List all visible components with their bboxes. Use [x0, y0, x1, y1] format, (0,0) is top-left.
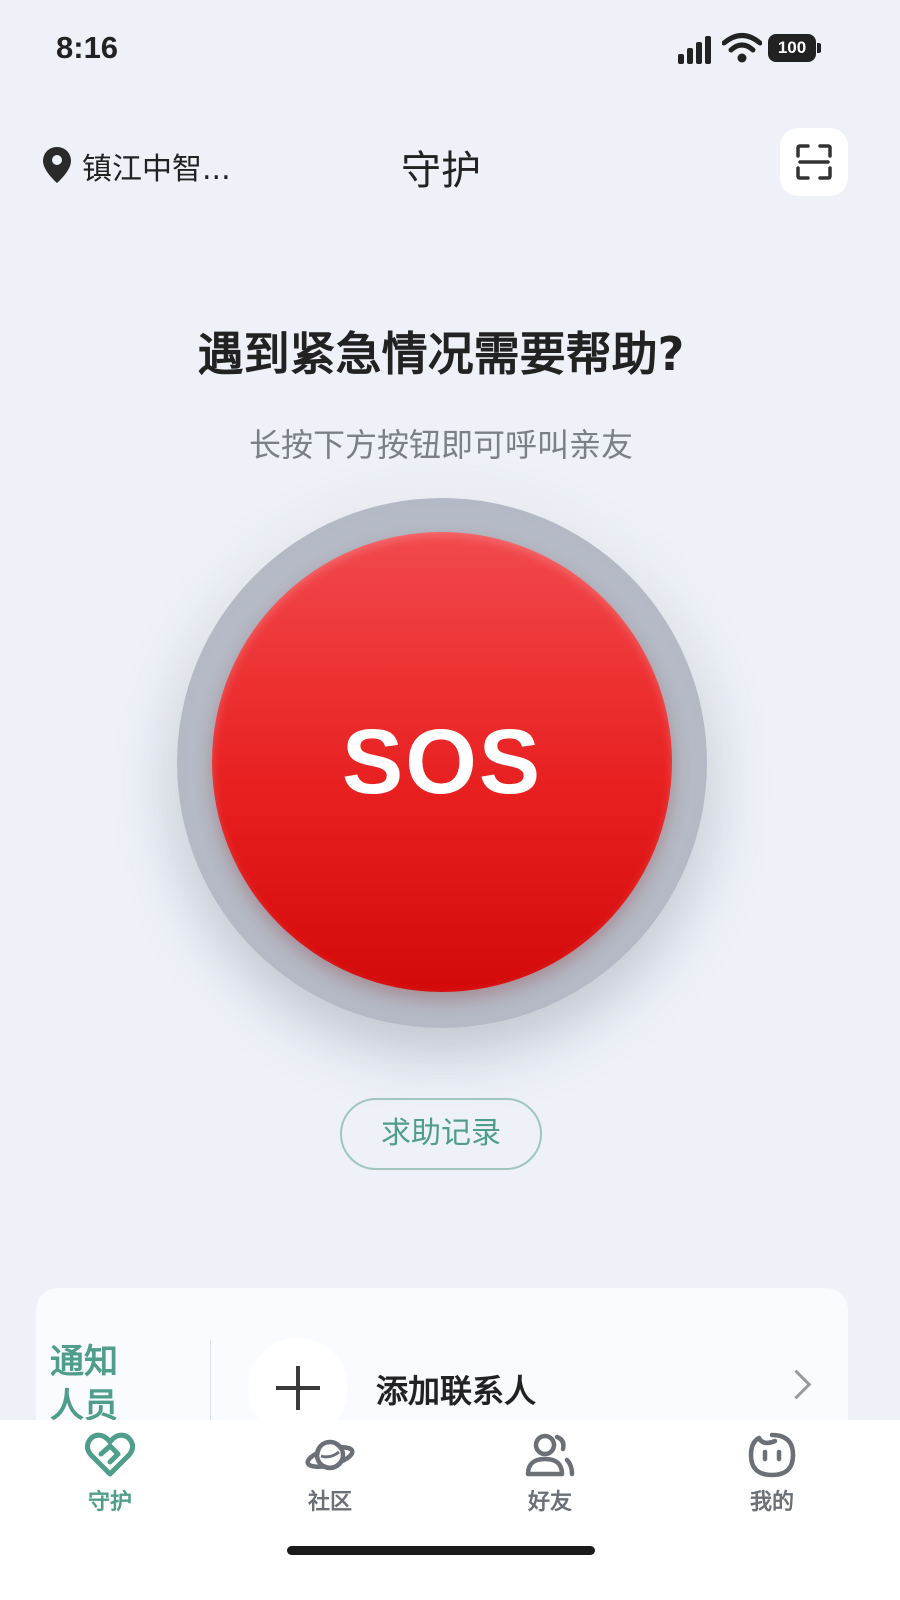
wifi-icon: [722, 33, 762, 63]
status-time: 8:16: [56, 30, 119, 65]
home-indicator[interactable]: [287, 1546, 595, 1555]
page-title: 守护: [401, 148, 481, 194]
tab-mine[interactable]: 我的: [712, 1432, 832, 1516]
scan-button[interactable]: [780, 128, 848, 196]
tab-label-community: 社区: [307, 1490, 352, 1515]
sos-button[interactable]: SOS: [212, 532, 672, 992]
divider: [210, 1340, 211, 1430]
scan-icon: [796, 144, 832, 180]
tab-friends[interactable]: 好友: [490, 1432, 610, 1516]
tab-guard[interactable]: 守护: [50, 1432, 170, 1516]
tab-community[interactable]: 社区: [270, 1432, 390, 1516]
planet-icon: [305, 1439, 355, 1471]
heart-icon: [85, 1432, 135, 1477]
notify-label: 通知人员: [50, 1342, 118, 1426]
battery-tip: [817, 43, 821, 53]
tab-label-friends: 好友: [527, 1490, 572, 1515]
signal-icon: [678, 36, 714, 64]
friends-icon: [525, 1433, 575, 1477]
tab-label-guard: 守护: [87, 1490, 132, 1515]
face-icon: [748, 1432, 796, 1478]
tab-label-mine: 我的: [749, 1490, 794, 1515]
emergency-headline: 遇到紧急情况需要帮助?: [197, 327, 685, 381]
emergency-subhead: 长按下方按钮即可呼叫亲友: [248, 426, 633, 464]
help-record-button[interactable]: 求助记录: [340, 1098, 542, 1170]
battery-icon: 100: [768, 34, 816, 62]
sos-label: SOS: [341, 710, 543, 813]
add-contact-label[interactable]: 添加联系人: [376, 1366, 536, 1412]
